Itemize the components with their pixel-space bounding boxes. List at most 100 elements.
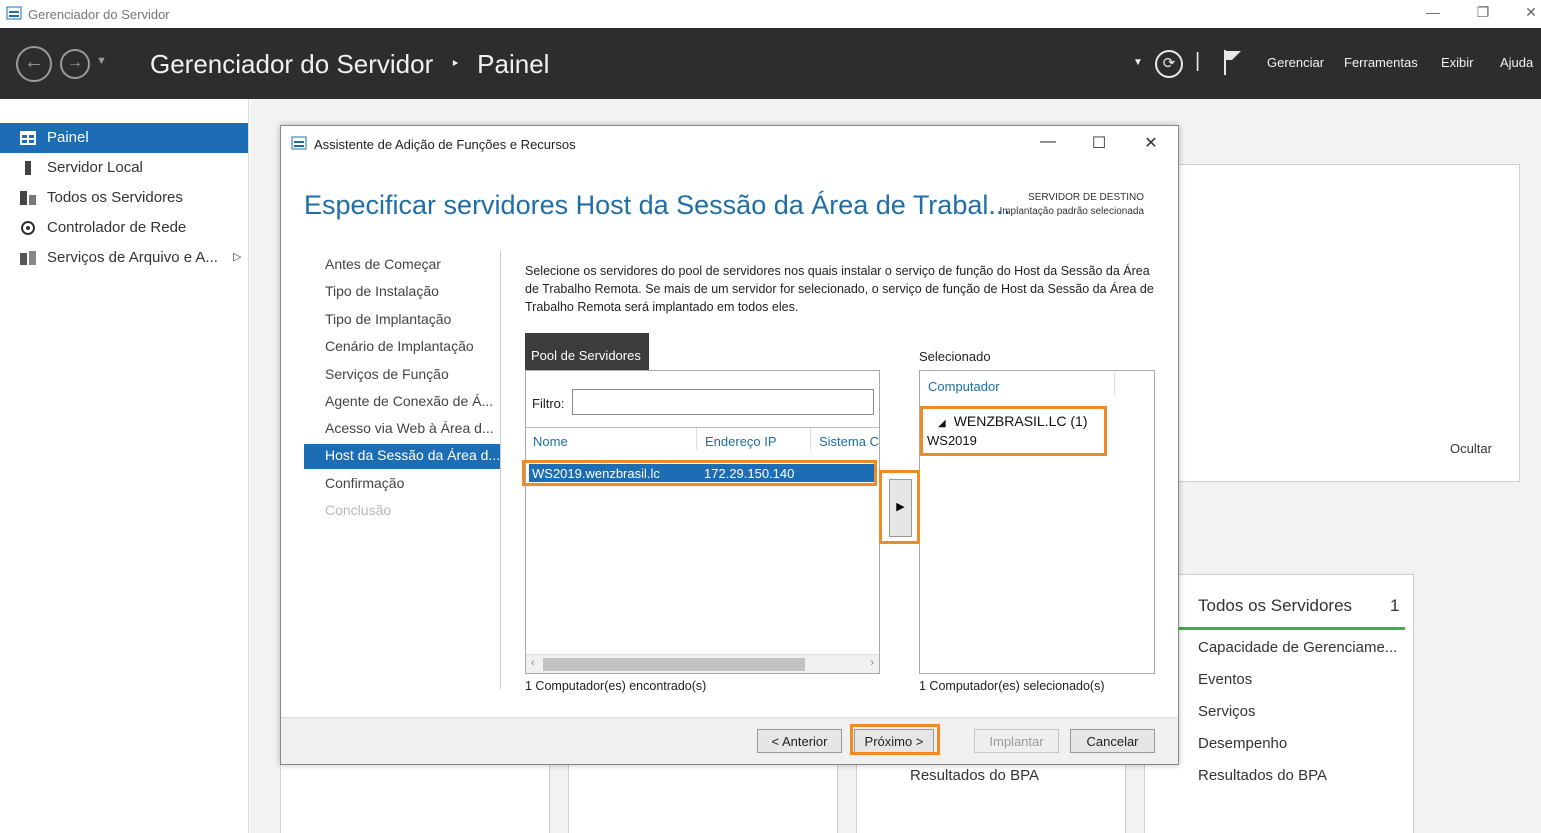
nav-item-servicos-arquivo[interactable]: Serviços de Arquivo e A... ▷ [0,243,248,273]
hide-link[interactable]: Ocultar [1450,441,1492,456]
step-agente-conexao[interactable]: Agente de Conexão de Á... [304,390,500,415]
welcome-panel: Ocultar [1177,164,1520,482]
app-header: ← → ▼ Gerenciador do Servidor ‣ Painel ▼… [0,28,1541,99]
tile-item-bpa[interactable]: Resultados do BPA [910,767,1039,784]
tile-2 [568,765,838,833]
steps-divider [500,251,501,689]
tab-pool-servidores[interactable]: Pool de Servidores [525,333,649,370]
header-divider [526,427,879,428]
step-tipo-instalacao[interactable]: Tipo de Instalação [304,280,500,305]
tile-title[interactable]: Todos os Servidores [1198,596,1352,616]
filter-label: Filtro: [532,396,565,411]
breadcrumb-root: Gerenciador do Servidor [150,49,434,79]
forward-button[interactable]: → [60,49,90,79]
server-manager-app-icon [6,6,22,20]
tile-item[interactable]: Resultados do BPA [1198,767,1327,784]
server-pool-list: Filtro: Nome Endereço IP Sistema C WS201… [525,370,880,674]
minimize-icon[interactable]: — [1423,4,1443,20]
step-tipo-implantacao[interactable]: Tipo de Implantação [304,308,500,333]
nav-item-todos-servidores[interactable]: Todos os Servidores [0,183,248,213]
deploy-button: Implantar [974,729,1059,753]
nav-item-label: Painel [47,129,89,146]
dialog-titlebar: Assistente de Adição de Funções e Recurs… [281,126,1178,162]
tile-3: Resultados do BPA [856,765,1126,833]
destination-value: Implantação padrão selecionada [999,206,1144,217]
highlight-selected-server [920,406,1107,456]
servers-icon [20,191,36,205]
tile-item[interactable]: Capacidade de Gerenciame... [1198,639,1397,656]
nav-item-label: Servidor Local [47,159,143,176]
column-nome[interactable]: Nome [533,434,568,449]
step-host-sessao[interactable]: Host da Sessão da Área d... [304,444,500,469]
selected-count: 1 Computador(es) selecionado(s) [919,679,1105,693]
destination-label: SERVIDOR DE DESTINO [1028,192,1144,203]
dropdown-icon[interactable]: ▼ [1133,57,1143,68]
back-button[interactable]: ← [16,46,52,82]
step-confirmacao[interactable]: Confirmação [304,472,500,497]
tile-count: 1 [1390,596,1400,615]
network-controller-icon [21,221,35,235]
breadcrumb: Gerenciador do Servidor ‣ Painel [150,49,549,80]
nav-item-servidor-local[interactable]: Servidor Local [0,153,248,183]
page-title: Especificar servidores Host da Sessão da… [304,190,1011,220]
notification-flag-icon[interactable] [1222,48,1244,76]
left-navigation: Painel Servidor Local Todos os Servidore… [0,99,249,833]
column-computador[interactable]: Computador [928,379,1000,394]
history-dropdown-icon[interactable]: ▼ [96,55,107,67]
nav-item-label: Todos os Servidores [47,189,183,206]
menu-ajuda[interactable]: Ajuda [1500,55,1533,70]
minimize-icon[interactable]: — [1036,133,1060,151]
file-services-icon [20,251,36,265]
highlight-next-button [850,724,940,755]
maximize-icon[interactable]: ☐ [1087,133,1111,153]
close-icon[interactable]: ✕ [1521,4,1541,21]
tile-item[interactable]: Serviços [1198,703,1256,720]
tile-1 [280,765,550,833]
previous-button[interactable]: < Anterior [757,729,842,753]
tile-status-bar [1177,627,1405,630]
highlight-server-row [522,460,877,486]
nav-item-controlador-rede[interactable]: Controlador de Rede [0,213,248,243]
column-endereco-ip[interactable]: Endereço IP [705,434,777,449]
scroll-left-icon[interactable]: ‹ [531,657,535,669]
expand-arrow-icon[interactable]: ▷ [233,250,241,263]
filter-input[interactable] [572,389,874,415]
step-cenario-implantacao[interactable]: Cenário de Implantação [304,335,500,360]
column-sistema[interactable]: Sistema C [819,434,879,449]
nav-item-label: Controlador de Rede [47,219,187,236]
column-separator [1114,373,1115,395]
nav-item-painel[interactable]: Painel [0,123,248,153]
menu-gerenciar[interactable]: Gerenciar [1267,55,1324,70]
restore-icon[interactable]: ❐ [1473,4,1493,21]
scroll-right-icon[interactable]: › [870,657,874,669]
tile-item[interactable]: Desempenho [1198,735,1287,752]
server-icon [25,161,31,175]
arrow-left-icon: ← [24,51,44,73]
dashboard-icon [20,131,36,145]
dialog-title: Assistente de Adição de Funções e Recurs… [314,137,576,152]
arrow-right-icon: → [67,54,83,71]
step-acesso-web[interactable]: Acesso via Web à Área d... [304,417,500,442]
divider: | [1195,50,1201,72]
horizontal-scrollbar[interactable]: ‹ › [526,654,879,673]
page-description: Selecione os servidores do pool de servi… [525,264,1154,314]
menu-ferramentas[interactable]: Ferramentas [1344,55,1418,70]
highlight-add-button [879,470,920,544]
column-separator [696,428,697,450]
refresh-icon[interactable]: ⟳ [1155,50,1183,78]
nav-item-label: Serviços de Arquivo e A... [47,249,218,266]
cancel-button[interactable]: Cancelar [1070,729,1155,753]
selected-label: Selecionado [919,349,991,364]
tile-item[interactable]: Eventos [1198,671,1252,688]
step-servicos-funcao[interactable]: Serviços de Função [304,363,500,388]
menu-exibir[interactable]: Exibir [1441,55,1474,70]
found-count: 1 Computador(es) encontrado(s) [525,679,707,693]
window-titlebar: Gerenciador do Servidor — ❐ ✕ [0,0,1541,28]
scrollbar-thumb[interactable] [543,658,805,671]
column-separator [810,428,811,450]
step-antes-de-comecar[interactable]: Antes de Começar [304,253,500,278]
close-icon[interactable]: ✕ [1139,133,1163,153]
step-conclusao: Conclusão [325,502,392,518]
wizard-app-icon [291,136,307,150]
breadcrumb-page: Painel [477,49,550,79]
